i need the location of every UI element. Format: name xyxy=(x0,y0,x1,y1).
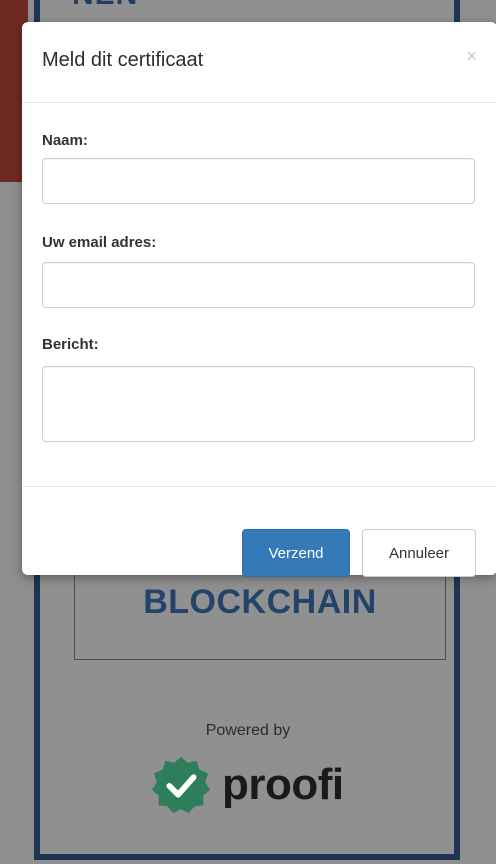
name-input[interactable] xyxy=(42,158,475,204)
email-label: Uw email adres: xyxy=(42,234,157,251)
modal-footer: Verzend Annuleer xyxy=(22,486,496,577)
message-label: Bericht: xyxy=(42,336,99,353)
certificate-top-text: NEN xyxy=(72,0,138,12)
blockchain-label: BLOCKCHAIN xyxy=(143,583,377,621)
cancel-button[interactable]: Annuleer xyxy=(362,529,476,577)
submit-button[interactable]: Verzend xyxy=(242,529,350,577)
proofi-logo: proofi xyxy=(150,754,344,816)
check-badge-icon xyxy=(151,756,211,814)
report-certificate-modal: Meld dit certificaat × Naam: Uw email ad… xyxy=(22,22,496,577)
email-input[interactable] xyxy=(42,262,475,308)
proofi-wordmark: proofi xyxy=(222,760,344,809)
modal-header: Meld dit certificaat × xyxy=(22,22,496,103)
message-textarea[interactable] xyxy=(42,366,475,442)
close-icon[interactable]: × xyxy=(466,46,477,67)
name-label: Naam: xyxy=(42,132,88,149)
page: NEN BLOCKCHAIN Powered by proofi Meld di… xyxy=(0,0,496,864)
powered-by-text: Powered by xyxy=(205,722,291,739)
modal-title: Meld dit certificaat xyxy=(42,49,204,71)
